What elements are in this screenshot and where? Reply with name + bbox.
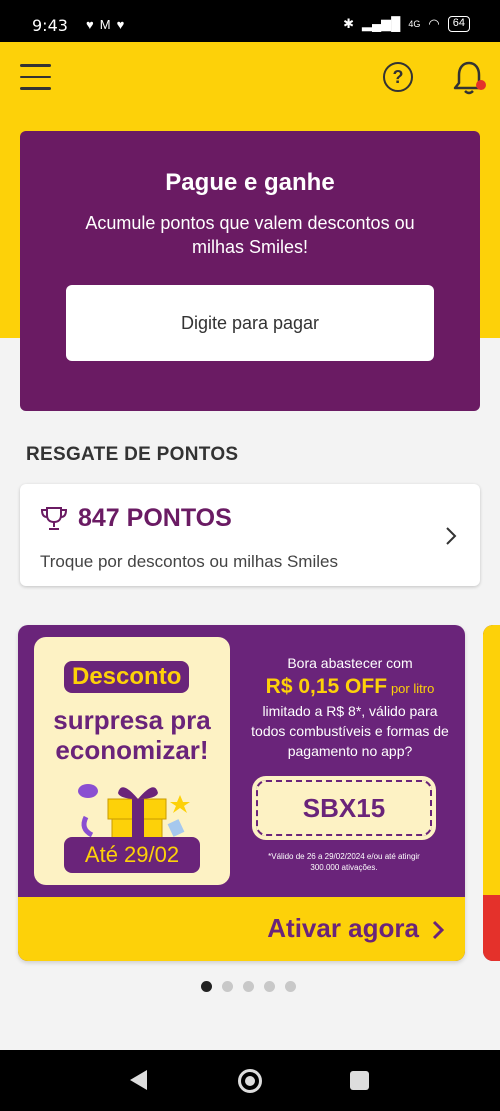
home-icon[interactable] <box>238 1069 262 1093</box>
promo-tag: Desconto <box>64 661 190 693</box>
carousel-dot[interactable] <box>201 981 212 992</box>
signal-icon: ▂▄▆█ <box>361 16 401 31</box>
gmail-icon: M <box>99 17 111 32</box>
points-card[interactable]: 847 PONTOS Troque por descontos ou milha… <box>20 484 480 586</box>
promo-intro: Bora abastecer com <box>287 655 413 671</box>
carousel-dot[interactable] <box>222 981 233 992</box>
status-system-icons: ✱ ▂▄▆█ 4G ◠ 64 <box>343 16 470 32</box>
carousel-dot[interactable] <box>243 981 254 992</box>
carousel-dot[interactable] <box>285 981 296 992</box>
promo-discount: R$ 0,15 OFF <box>265 675 388 698</box>
wifi-icon: ◠ <box>428 16 440 31</box>
system-navigation-bar <box>0 1050 500 1111</box>
points-value: 847 PONTOS <box>78 504 232 532</box>
notification-badge <box>476 80 486 90</box>
promo-conditions: limitado a R$ 8*, válido para todos comb… <box>251 703 449 759</box>
trophy-icon <box>40 507 68 530</box>
bell-icon[interactable] <box>452 60 486 96</box>
promo-headline-2: economizar! <box>55 735 209 765</box>
promo-cta[interactable]: Ativar agora <box>18 897 465 961</box>
promo-headline-1: surpresa pra <box>53 705 211 735</box>
promo-banner[interactable]: Desconto surpresa pra economizar! Até 29… <box>18 625 465 961</box>
help-icon[interactable]: ? <box>383 62 413 92</box>
promo-image: Desconto surpresa pra economizar! Até 29… <box>34 637 230 885</box>
notification-icon: ♥ <box>116 17 125 32</box>
promo-date-badge: Até 29/02 <box>64 837 200 873</box>
chevron-right-icon <box>446 527 457 545</box>
notification-icon: ♥ <box>86 17 94 32</box>
carousel-dot[interactable] <box>264 981 275 992</box>
network-type: 4G <box>408 19 421 29</box>
carousel-indicator <box>201 981 296 992</box>
status-bar: 9:43 ♥ M ♥ ✱ ▂▄▆█ 4G ◠ 64 <box>0 0 500 42</box>
next-banner-peek[interactable] <box>483 625 500 961</box>
pay-card: Pague e ganhe Acumule pontos que valem d… <box>20 131 480 411</box>
bluetooth-icon: ✱ <box>343 16 354 31</box>
recent-apps-icon[interactable] <box>350 1071 369 1090</box>
chevron-right-icon <box>432 920 445 940</box>
promo-fineprint: *Válido de 26 a 29/02/2024 e/ou até atin… <box>268 852 420 872</box>
status-notification-icons: ♥ M ♥ <box>86 17 124 32</box>
back-icon[interactable] <box>130 1070 147 1090</box>
coupon-code: SBX15 <box>252 776 436 840</box>
points-description: Troque por descontos ou milhas Smiles <box>40 552 338 571</box>
promo-details: Bora abastecer com R$ 0,15 OFF por litro… <box>250 653 450 761</box>
activate-now-label: Ativar agora <box>267 913 419 943</box>
pay-amount-input[interactable]: Digite para pagar <box>66 285 434 361</box>
promo-per-unit: por litro <box>390 681 435 696</box>
battery-icon: 64 <box>447 16 470 32</box>
menu-icon[interactable] <box>20 64 51 90</box>
status-time: 9:43 <box>32 16 68 35</box>
pay-card-title: Pague e ganhe <box>165 169 335 196</box>
section-title: RESGATE DE PONTOS <box>26 444 239 465</box>
pay-card-subtitle: Acumule pontos que valem descontos ou mi… <box>85 213 415 257</box>
